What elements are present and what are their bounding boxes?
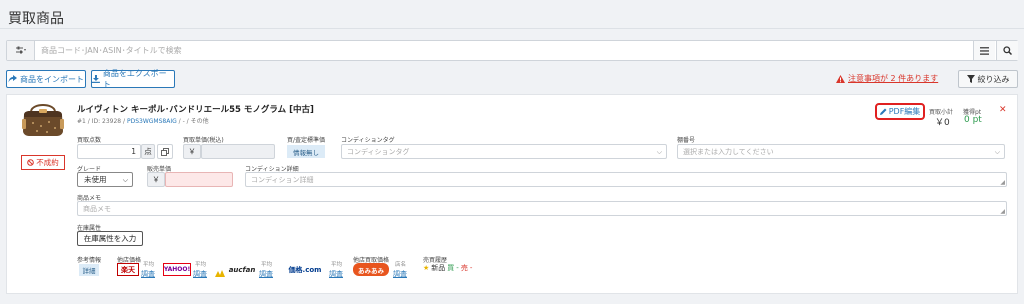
price-yen: ￥	[183, 144, 201, 159]
kakaku-logo: 価格.com	[288, 265, 322, 274]
import-label: 商品をインポート	[20, 74, 84, 84]
cond-tag-select[interactable]: コンディションタグ ⌵	[341, 144, 667, 159]
sliders-icon	[15, 46, 26, 54]
close-icon[interactable]: ✕	[999, 105, 1007, 115]
warning-notice[interactable]: 注意事項が 2 件あります	[836, 73, 938, 84]
item-id: / ID: 23928 /	[87, 118, 126, 125]
export-products-button[interactable]: 商品をエクスポート	[91, 69, 175, 89]
handbag-icon	[21, 101, 65, 139]
item-code-link[interactable]: PDS3WGMS8AIG	[127, 118, 177, 125]
detail-button[interactable]: 詳細	[79, 264, 99, 276]
ref-info-label: 参考情報	[77, 257, 102, 264]
sale-price-input[interactable]	[165, 172, 233, 187]
search-input[interactable]	[41, 41, 971, 60]
ref-price-label: 買/査定標準価	[287, 137, 326, 144]
amiami-search-link[interactable]: 調査	[393, 269, 407, 279]
import-products-button[interactable]: 商品をインポート	[6, 70, 86, 88]
history-new: 新品	[431, 264, 446, 272]
points-value: 0 pt	[964, 115, 982, 125]
item-number: #1	[77, 118, 86, 125]
item-meta: #1 / ID: 23928 / PDS3WGMS8AIG / - / その他	[77, 116, 209, 125]
amiami-store: 店名	[395, 262, 407, 268]
pencil-icon	[879, 108, 887, 115]
rakuten-search-link[interactable]: 調査	[141, 269, 155, 279]
price-label: 買取単価(税込)	[183, 137, 224, 144]
yahoo-search-link[interactable]: 調査	[193, 269, 207, 279]
qty-input[interactable]: 1	[77, 144, 141, 159]
subtotal-value: ￥0	[935, 118, 950, 128]
title-divider	[0, 28, 1024, 29]
aucfan-search-link[interactable]: 調査	[259, 269, 273, 279]
item-title: ルイヴィトン キーポル･バンドリエール55 モノグラム [中古]	[77, 105, 314, 115]
item-card: 不成約 ルイヴィトン キーポル･バンドリエール55 モノグラム [中古] #1 …	[6, 94, 1018, 294]
shelf-placeholder: 選択または入力してください	[683, 147, 774, 156]
history-buy: 買	[447, 264, 455, 272]
share-arrow-icon	[8, 75, 17, 83]
cond-detail-textarea[interactable]: コンディション詳細 ◢	[245, 172, 1007, 187]
warning-triangle-icon	[836, 74, 845, 83]
star-icon: ★	[423, 264, 430, 272]
kakaku-avg: 平均	[331, 262, 343, 268]
page-title: 買取商品	[8, 11, 64, 27]
resize-handle-icon[interactable]: ◢	[1000, 208, 1005, 215]
history-row: ★ 新品 買 - 売 -	[423, 263, 472, 273]
pdf-edit-label: PDF編集	[888, 107, 921, 116]
ban-icon	[27, 159, 35, 166]
copy-button[interactable]	[157, 144, 173, 159]
pdf-edit-button[interactable]: PDF編集	[875, 103, 925, 120]
search-icon	[1003, 46, 1012, 55]
funnel-icon	[966, 75, 975, 83]
rakuten-avg: 平均	[143, 262, 155, 268]
qty-value: 1	[131, 147, 136, 156]
cond-tag-label: コンディションタグ	[341, 137, 395, 144]
price-input[interactable]	[201, 144, 275, 159]
download-icon	[92, 75, 100, 83]
search-button[interactable]	[996, 41, 1018, 60]
list-view-button[interactable]	[973, 41, 995, 60]
grade-value: 未使用	[84, 175, 107, 184]
memo-placeholder: 商品メモ	[83, 204, 111, 213]
grade-select[interactable]: 未使用 ⌵	[77, 172, 133, 187]
yahoo-avg: 平均	[195, 262, 207, 268]
shelf-select[interactable]: 選択または入力してください ⌵	[677, 144, 1005, 159]
cond-detail-placeholder: コンディション詳細	[251, 175, 314, 184]
history-sell: 売	[460, 264, 468, 272]
aucfan-logo: aucfan	[228, 265, 256, 274]
status-badge[interactable]: 不成約	[21, 155, 65, 170]
qty-label: 買取点数	[77, 137, 102, 144]
chevron-down-icon: ⌵	[994, 148, 1000, 156]
chevron-down-icon: ⌵	[656, 148, 662, 156]
export-label: 商品をエクスポート	[102, 69, 167, 89]
resize-handle-icon[interactable]: ◢	[1000, 179, 1005, 186]
filter-toggle-button[interactable]	[7, 41, 35, 60]
rakuten-logo: 楽天	[117, 263, 139, 276]
sale-yen: ￥	[147, 172, 165, 187]
status-label: 不成約	[36, 158, 59, 167]
chevron-down-icon: ⌵	[122, 176, 128, 184]
filter-button[interactable]: 絞り込み	[958, 70, 1018, 88]
list-icon	[980, 46, 989, 55]
copy-icon	[161, 147, 169, 156]
warning-text: 注意事項が 2 件あります	[848, 74, 939, 83]
history-buy-value: -	[456, 264, 459, 272]
aucfan-icon	[215, 264, 225, 277]
filter-label: 絞り込み	[977, 74, 1010, 84]
yahoo-logo: YAHOO!	[163, 263, 191, 276]
item-meta-tail: / - / その他	[178, 118, 209, 125]
kakaku-search-link[interactable]: 調査	[329, 269, 343, 279]
memo-textarea[interactable]: 商品メモ ◢	[77, 201, 1007, 216]
amiami-logo: あみあみ	[353, 263, 389, 276]
aucfan-avg: 平均	[261, 262, 273, 268]
shelf-label: 棚番号	[677, 137, 696, 144]
stock-input-button[interactable]: 在庫属性を入力	[77, 231, 143, 246]
search-bar	[6, 40, 1018, 61]
cond-tag-placeholder: コンディションタグ	[347, 147, 410, 156]
ref-price-badge: 情報無し	[287, 145, 325, 158]
qty-unit: 点	[141, 144, 155, 159]
history-sell-value: -	[469, 264, 473, 272]
